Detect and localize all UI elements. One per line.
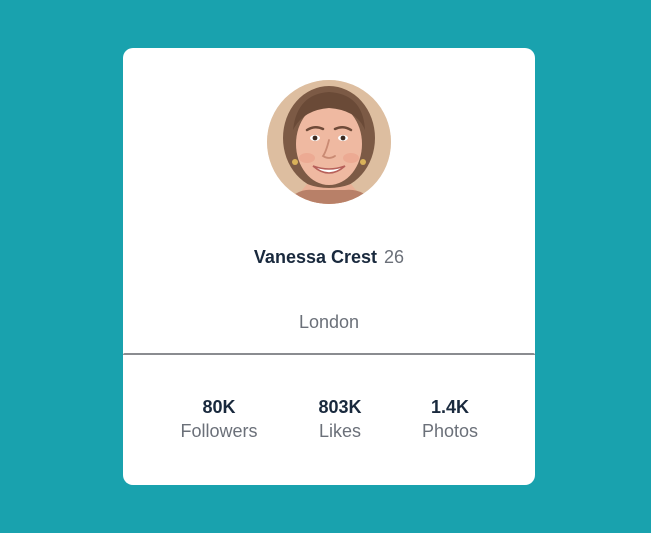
profile-name-row: Vanessa Crest 26 bbox=[123, 246, 535, 268]
stat-likes-label: Likes bbox=[318, 421, 362, 441]
divider bbox=[123, 353, 535, 355]
profile-card: Vanessa Crest 26 London 80K Followers 80… bbox=[123, 48, 535, 485]
profile-city: London bbox=[298, 312, 360, 332]
avatar bbox=[267, 80, 391, 204]
profile-name: Vanessa Crest bbox=[253, 247, 378, 267]
stats-row: 80K Followers 803K Likes 1.4K Photos bbox=[123, 396, 535, 446]
stat-photos-value: 1.4K bbox=[430, 397, 470, 417]
stat-photos: 1.4K Photos bbox=[390, 396, 510, 442]
stat-followers: 80K Followers bbox=[159, 396, 279, 442]
stat-photos-label: Photos bbox=[421, 421, 479, 441]
stat-followers-label: Followers bbox=[180, 421, 258, 441]
profile-age: 26 bbox=[384, 247, 405, 267]
stat-followers-value: 80K bbox=[202, 397, 236, 417]
avatar-photo bbox=[267, 80, 391, 204]
stat-likes-value: 803K bbox=[318, 397, 362, 417]
stat-likes: 803K Likes bbox=[280, 396, 400, 442]
